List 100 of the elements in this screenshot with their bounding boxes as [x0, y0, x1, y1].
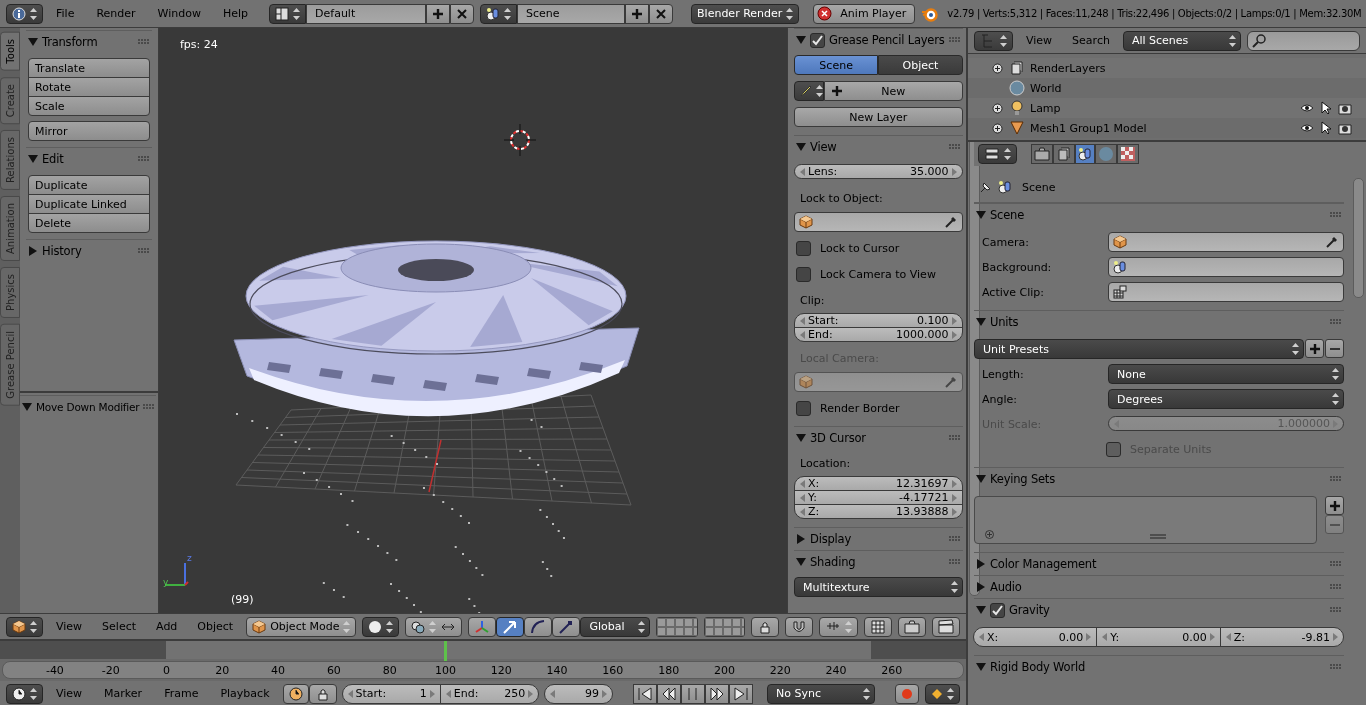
number-field[interactable]: X: 0.00: [973, 627, 1098, 647]
menu-item[interactable]: View: [49, 620, 90, 633]
object-field[interactable]: [794, 212, 963, 232]
number-field[interactable]: End: 250: [439, 683, 540, 704]
context-tab[interactable]: [1053, 144, 1075, 164]
editor-type-button[interactable]: [974, 30, 1013, 51]
scale-toggle[interactable]: [552, 616, 581, 637]
expanded-triangle-icon[interactable]: [22, 402, 32, 412]
lock-toggle[interactable]: [751, 616, 779, 637]
dropdown[interactable]: Degrees: [1108, 389, 1344, 409]
number-field[interactable]: 99: [544, 683, 613, 704]
menu-item[interactable]: View: [1019, 34, 1060, 47]
mode-dropdown[interactable]: Object Mode: [246, 616, 357, 637]
number-field[interactable]: Z: -9.81: [1219, 627, 1344, 647]
tool-button[interactable]: Duplicate: [28, 175, 150, 195]
menu-item[interactable]: Render: [89, 7, 143, 20]
menu-item[interactable]: View: [49, 687, 90, 700]
expanded-triangle-icon[interactable]: [28, 154, 38, 164]
context-tab[interactable]: [1117, 144, 1139, 164]
menu-item[interactable]: Add: [149, 620, 185, 633]
collapsed-triangle-icon[interactable]: [976, 559, 986, 569]
pivot-dropdown[interactable]: [405, 616, 463, 637]
scene-name-field[interactable]: Scene: [517, 3, 626, 24]
layout-selector[interactable]: [269, 3, 307, 24]
checkbox-label[interactable]: Lock Camera to View: [794, 266, 936, 282]
expand-toggle-icon[interactable]: [992, 62, 1003, 74]
tool-button[interactable]: Delete: [28, 213, 150, 233]
expand-toggle-icon[interactable]: [992, 102, 1003, 114]
layout-name-field[interactable]: Default: [306, 3, 427, 24]
collapsed-triangle-icon[interactable]: [28, 246, 38, 256]
checkbox-label[interactable]: Lock to Cursor: [794, 240, 900, 256]
menu-item[interactable]: Select: [95, 620, 144, 633]
editor-type-button[interactable]: [978, 144, 1017, 164]
checkbox[interactable]: [796, 266, 811, 282]
expanded-triangle-icon[interactable]: [976, 605, 986, 615]
dropdown[interactable]: Unit Presets: [974, 339, 1304, 359]
expanded-triangle-icon[interactable]: [796, 35, 806, 45]
editor-type-button[interactable]: [6, 616, 43, 637]
search-field[interactable]: [1246, 30, 1360, 51]
number-field[interactable]: Y: 0.00: [1096, 627, 1221, 647]
new-button[interactable]: New: [824, 81, 963, 101]
layer-buttons[interactable]: [703, 616, 745, 637]
tab[interactable]: Tools: [0, 32, 20, 71]
proportional-toggle[interactable]: [864, 616, 892, 637]
add-button[interactable]: [426, 3, 451, 24]
layer-buttons[interactable]: [656, 616, 698, 637]
tool-button[interactable]: Scale: [28, 96, 150, 116]
playback-button[interactable]: [729, 683, 753, 704]
manipulator-toggle[interactable]: [468, 616, 497, 637]
translate-toggle[interactable]: [496, 616, 525, 637]
number-field[interactable]: Start: 1: [341, 683, 441, 704]
menu-item[interactable]: Window: [150, 7, 208, 20]
orientation-dropdown[interactable]: Global: [580, 616, 651, 637]
render-animation-button[interactable]: [932, 616, 960, 637]
context-tab[interactable]: [1075, 144, 1095, 164]
checkbox[interactable]: [990, 602, 1005, 618]
scene-selector[interactable]: [480, 3, 518, 24]
tree-row[interactable]: Lamp: [968, 98, 1366, 118]
editor-type-button[interactable]: [6, 3, 43, 24]
lock-toggle[interactable]: [308, 683, 337, 704]
collapsed-triangle-icon[interactable]: [976, 582, 986, 592]
expanded-triangle-icon[interactable]: [796, 557, 806, 567]
expanded-triangle-icon[interactable]: [28, 37, 38, 47]
menu-item[interactable]: Frame: [157, 687, 206, 700]
close-button[interactable]: [649, 3, 674, 24]
playback-button[interactable]: [705, 683, 729, 704]
button[interactable]: New Layer: [794, 107, 963, 127]
number-field[interactable]: Lens: 35.000: [794, 164, 963, 179]
snap-element-dropdown[interactable]: [819, 616, 858, 637]
expanded-triangle-icon[interactable]: [796, 433, 806, 443]
preview-range-toggle[interactable]: [282, 683, 309, 704]
display-mode-dropdown[interactable]: All Scenes: [1122, 30, 1241, 51]
editor-type-button[interactable]: [6, 683, 43, 704]
tool-button[interactable]: Translate: [28, 58, 150, 78]
add-button[interactable]: [1305, 339, 1324, 358]
number-field[interactable]: Z: 13.93888: [794, 504, 963, 519]
scene-field[interactable]: [1108, 257, 1344, 277]
playback-button[interactable]: [633, 683, 657, 704]
playback-button[interactable]: [657, 683, 681, 704]
checkbox[interactable]: [796, 240, 811, 256]
context-tab[interactable]: [1031, 144, 1053, 164]
expanded-triangle-icon[interactable]: [796, 142, 806, 152]
object-field[interactable]: [1108, 232, 1344, 252]
render-button[interactable]: [898, 616, 926, 637]
sync-dropdown[interactable]: No Sync: [767, 683, 875, 704]
add-button[interactable]: [625, 3, 650, 24]
checkbox-label[interactable]: Render Border: [794, 400, 900, 416]
tab[interactable]: Scene: [794, 55, 879, 75]
menu-item[interactable]: Search: [1065, 34, 1117, 47]
menu-item[interactable]: Help: [215, 7, 256, 20]
number-field[interactable]: End: 1000.000: [794, 327, 963, 342]
brush-selector[interactable]: [794, 81, 824, 101]
collapsed-triangle-icon[interactable]: [796, 534, 806, 544]
expanded-triangle-icon[interactable]: [976, 317, 986, 327]
tool-button[interactable]: Duplicate Linked: [28, 194, 150, 214]
timeline-ruler[interactable]: -40 -20 0 20 40 60 80 100 120 140 160 180 200 220 240 260: [2, 661, 964, 679]
remove-button[interactable]: [1325, 339, 1344, 358]
anim-player-button[interactable]: Anim Player: [813, 3, 916, 24]
render-engine-dropdown[interactable]: Blender Render: [691, 3, 800, 24]
checkbox[interactable]: [810, 32, 825, 48]
